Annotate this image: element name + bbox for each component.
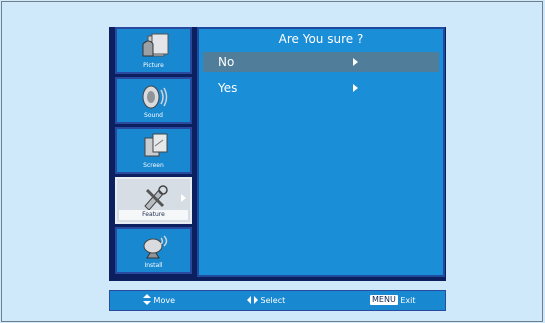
option-label: Yes [218,81,238,95]
sidebar-item-label: Sound [144,112,163,119]
sidebar-item-label: Screen [143,162,164,169]
sidebar-item-label: Picture [143,62,164,69]
sidebar: Picture Sound Screen Feature Install [115,27,192,277]
confirm-dialog: Are You sure ? No Yes [197,27,445,277]
install-icon [143,235,168,259]
help-exit-label: Exit [400,296,416,305]
arrow-right-icon [353,58,358,66]
sidebar-item-install[interactable]: Install [115,227,192,274]
help-bar: Move Select MENU Exit [109,290,446,311]
option-label: No [218,55,235,69]
sidebar-item-feature[interactable]: Feature [115,177,192,224]
option-yes[interactable]: Yes [203,78,439,98]
feature-icon [144,185,168,211]
sidebar-item-label: Install [144,262,163,269]
chevron-right-icon [181,194,186,202]
up-down-arrow-icon [143,294,151,305]
sidebar-item-screen[interactable]: Screen [115,127,192,174]
picture-icon [142,33,169,57]
help-move-label: Move [153,296,175,305]
help-exit: MENU Exit [370,291,416,310]
screen-icon [144,133,168,157]
left-right-arrow-icon [247,295,258,304]
help-select: Select [247,291,285,310]
help-select-label: Select [260,296,286,305]
arrow-right-icon [353,84,358,92]
menu-key-badge: MENU [370,294,398,305]
sidebar-item-sound[interactable]: Sound [115,77,192,124]
sound-icon [142,85,168,109]
dialog-title: Are You sure ? [278,32,364,46]
help-move: Move [143,291,175,310]
option-no[interactable]: No [203,52,439,72]
sidebar-item-picture[interactable]: Picture [115,27,192,74]
sidebar-item-label: Feature [119,210,188,220]
